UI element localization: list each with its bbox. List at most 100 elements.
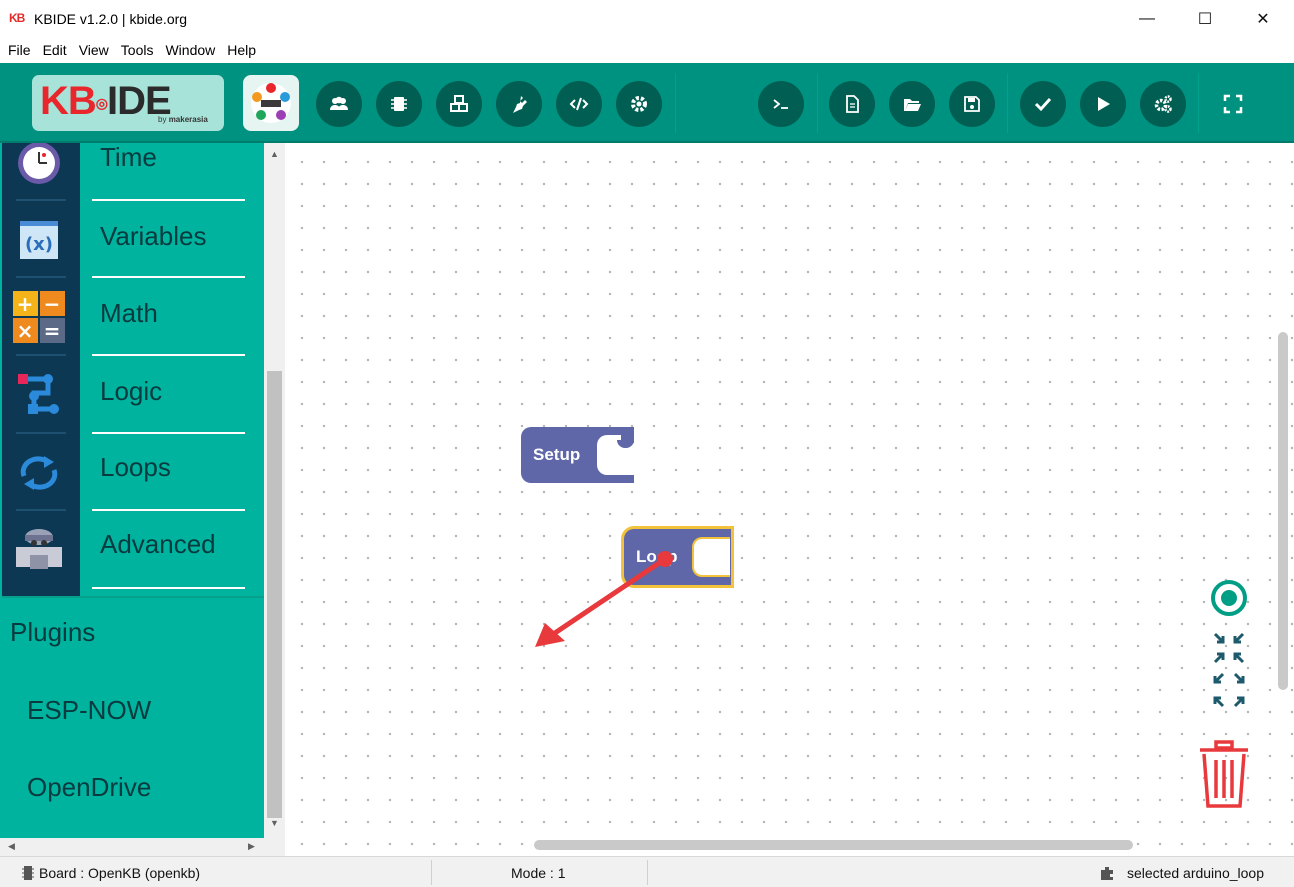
category-logic[interactable]: Logic [0, 356, 264, 433]
logic-icon [18, 374, 59, 414]
category-label: Math [100, 298, 158, 328]
settings-button[interactable] [616, 81, 662, 127]
plugins-button[interactable] [496, 81, 542, 127]
board-status: Board : OpenKB (openkb) [22, 857, 200, 887]
terminal-icon [773, 99, 788, 109]
cubes-icon [450, 95, 468, 112]
users-icon [330, 96, 348, 110]
community-icon [251, 83, 291, 123]
logo-maker: makerasia [168, 115, 208, 124]
maximize-button[interactable]: ☐ [1176, 0, 1234, 38]
status-divider [647, 860, 648, 885]
scroll-up-arrow-icon[interactable]: ▲ [270, 149, 279, 159]
title-bar: KB KBIDE v1.2.0 | kbide.org — ☐ ✕ [0, 0, 1294, 38]
category-advanced[interactable]: Advanced [0, 511, 264, 588]
category-label: Logic [100, 376, 163, 406]
mode-status-text: Mode : 1 [511, 864, 566, 881]
code-icon [569, 97, 589, 111]
plugin-opendrive[interactable]: OpenDrive [27, 772, 151, 803]
toolbar-separator [675, 73, 676, 133]
board-status-text: Board : OpenKB (openkb) [39, 864, 201, 881]
category-variables[interactable]: (x) Variables [0, 201, 264, 278]
loop-icon [20, 456, 58, 490]
workspace-vertical-scrollbar[interactable] [1278, 332, 1288, 690]
toolbar-separator [817, 73, 818, 133]
window-title: KBIDE v1.2.0 | kbide.org [34, 11, 188, 27]
toolbar-separator [1007, 73, 1008, 133]
scroll-left-arrow-icon[interactable]: ◀ [8, 841, 15, 852]
kbide-window: { "window": { "logo_text": "KB", "title"… [0, 0, 1294, 887]
scrollbar-corner [264, 838, 285, 856]
upload-button[interactable] [1080, 81, 1126, 127]
board-users-button[interactable] [316, 81, 362, 127]
menu-help[interactable]: Help [221, 38, 262, 63]
sidebar-vertical-scrollbar[interactable]: ▲ ▼ [264, 143, 285, 838]
category-label: Loops [100, 452, 171, 482]
category-loops[interactable]: Loops [0, 434, 264, 511]
category-label: Time [100, 143, 157, 172]
svg-text:=: = [44, 319, 61, 343]
close-button[interactable]: ✕ [1234, 0, 1292, 38]
menu-window[interactable]: Window [159, 38, 221, 63]
code-button[interactable] [556, 81, 602, 127]
sidebar-horizontal-scrollbar[interactable]: ◀ ▶ [0, 838, 264, 856]
category-label: Variables [100, 221, 207, 251]
plug-icon [513, 96, 527, 113]
category-divider [92, 587, 245, 589]
packages-button[interactable] [436, 81, 482, 127]
scroll-right-arrow-icon[interactable]: ▶ [248, 841, 255, 852]
menu-bar: File Edit View Tools Window Help [0, 38, 1294, 63]
category-time[interactable]: Time [0, 143, 264, 201]
board-button[interactable] [376, 81, 422, 127]
play-icon [1098, 97, 1110, 111]
workspace-horizontal-scrollbar[interactable] [534, 840, 1133, 850]
minimize-button[interactable]: — [1118, 0, 1176, 38]
blockly-workspace[interactable]: Setup Loop [285, 145, 1294, 856]
menu-file[interactable]: File [2, 38, 37, 63]
new-file-button[interactable] [829, 81, 875, 127]
close-icon: ✕ [1256, 11, 1270, 28]
svg-text:(x): (x) [25, 234, 53, 255]
category-math[interactable]: + − × = Math [0, 278, 264, 355]
trash-icon[interactable] [1194, 738, 1254, 810]
clock-icon [18, 143, 60, 184]
app-logo-icon: KB [9, 11, 25, 25]
save-button[interactable] [949, 81, 995, 127]
svg-text:+: + [17, 292, 34, 316]
selection-status-text: selected arduino_loop [1127, 864, 1264, 881]
toolbar: KB◎IDE by makerasia [0, 63, 1294, 143]
zoom-to-fit-icon[interactable] [1209, 630, 1249, 710]
verify-button[interactable] [1020, 81, 1066, 127]
block-label: Setup [533, 445, 581, 464]
chip-icon [391, 97, 407, 111]
maximize-icon: ☐ [1197, 11, 1213, 28]
community-logo[interactable] [243, 75, 299, 131]
svg-text:−: − [44, 292, 61, 316]
serial-monitor-button[interactable] [758, 81, 804, 127]
scroll-down-arrow-icon[interactable]: ▼ [270, 818, 279, 828]
open-folder-button[interactable] [889, 81, 935, 127]
menu-edit[interactable]: Edit [37, 38, 73, 63]
plugin-esp-now[interactable]: ESP-NOW [27, 695, 151, 726]
recenter-icon[interactable] [1209, 578, 1249, 618]
menu-view[interactable]: View [73, 38, 115, 63]
minimize-icon: — [1139, 10, 1155, 27]
selection-status: selected arduino_loop [1100, 857, 1264, 887]
block-statement-slot [692, 537, 730, 577]
logo-kb: KB [40, 79, 97, 123]
setup-block[interactable]: Setup [521, 427, 635, 483]
kbide-logo: KB◎IDE by makerasia [32, 75, 224, 131]
mode-status: Mode : 1 [511, 857, 565, 887]
toolbar-separator [1198, 73, 1199, 133]
fullscreen-icon [1223, 94, 1243, 114]
svg-text:×: × [17, 319, 34, 343]
fullscreen-button[interactable] [1210, 81, 1256, 127]
save-icon [964, 96, 980, 112]
open-folder-icon [904, 99, 921, 111]
puzzle-icon [1101, 866, 1113, 880]
menu-tools[interactable]: Tools [115, 38, 160, 63]
sidebar-scroll-thumb[interactable] [267, 371, 282, 818]
new-file-icon [846, 95, 859, 113]
status-bar: Board : OpenKB (openkb) Mode : 1 selecte… [0, 856, 1294, 887]
board-settings-button[interactable] [1140, 81, 1186, 127]
